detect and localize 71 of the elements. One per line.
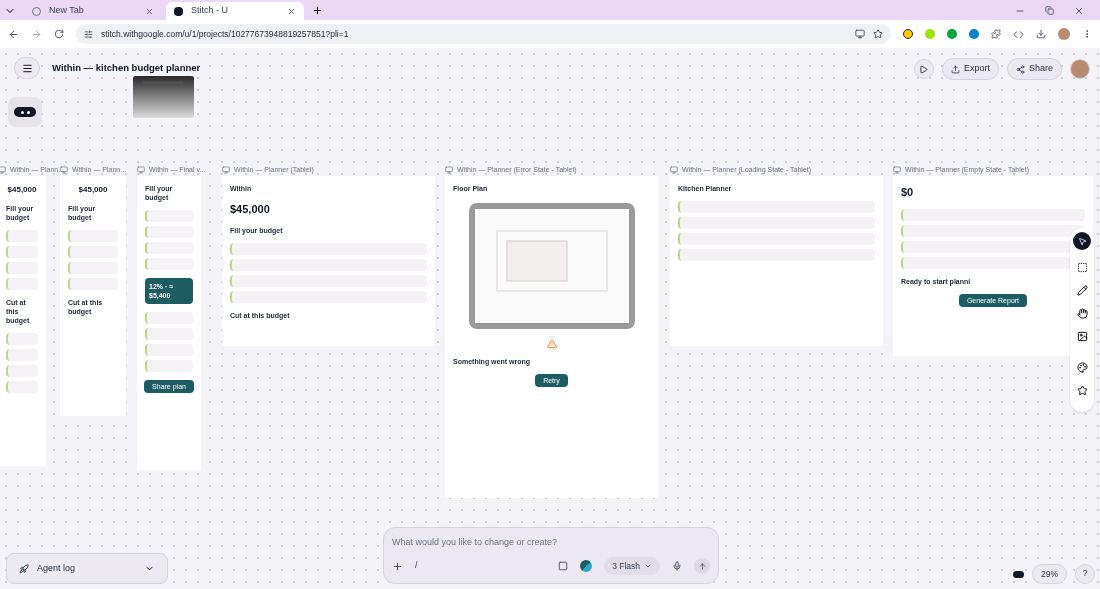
- microphone-icon[interactable]: [672, 561, 682, 571]
- hand-tool-icon[interactable]: [1076, 308, 1088, 319]
- chevron-icon: [644, 562, 652, 570]
- install-icon[interactable]: [855, 29, 865, 39]
- avatar[interactable]: [1058, 28, 1070, 40]
- browser-tab[interactable]: Stitch - U: [166, 2, 304, 20]
- browser-tab[interactable]: New Tab: [24, 2, 162, 20]
- budget-rows: [6, 333, 38, 393]
- device-icon: [445, 166, 453, 174]
- reload-icon[interactable]: [54, 29, 64, 39]
- menu-button[interactable]: [14, 57, 40, 79]
- extensions-icon[interactable]: [991, 29, 1001, 39]
- site-settings-icon[interactable]: [84, 29, 93, 39]
- theme-icon[interactable]: [580, 560, 593, 572]
- add-icon[interactable]: [392, 560, 403, 572]
- preview-button[interactable]: [913, 59, 934, 79]
- warning-icon: [546, 339, 557, 349]
- more-icon: [14, 107, 36, 117]
- budget-amount: $45,000: [78, 184, 108, 196]
- menu-icon: [21, 62, 33, 74]
- share-button[interactable]: Share: [1006, 58, 1062, 80]
- back-icon[interactable]: [8, 28, 19, 40]
- help-button[interactable]: ?: [1075, 564, 1095, 584]
- device-icon: [670, 166, 678, 174]
- budget-rows: [145, 210, 193, 270]
- budget-amount: $45,000: [7, 184, 37, 196]
- device-icon: [0, 166, 6, 174]
- star-tool-icon[interactable]: [1076, 385, 1088, 396]
- device-icon: [222, 166, 230, 174]
- agent-log-button[interactable]: Agent log: [6, 553, 168, 584]
- play-icon: [919, 64, 929, 74]
- arrow-up-icon: [697, 561, 707, 571]
- slash-command[interactable]: /: [415, 559, 418, 573]
- export-icon: [950, 64, 960, 74]
- model-selector[interactable]: 3 Flash: [604, 557, 660, 575]
- close-icon[interactable]: [287, 6, 296, 16]
- pointer-tool-icon[interactable]: [1073, 232, 1091, 250]
- rocket-icon: [19, 563, 29, 574]
- bookmark-icon[interactable]: [873, 29, 883, 39]
- download-icon[interactable]: [1036, 29, 1046, 39]
- prompt-input[interactable]: What would you like to change or create?: [392, 536, 710, 550]
- budget-rows: [6, 230, 38, 290]
- url-text: stitch.withgoogle.com/u/1/projects/10277673948819257851?pli=1: [101, 27, 350, 41]
- project-title: Within — kitchen budget planner: [52, 60, 201, 75]
- tab-favicon-icon: [174, 6, 183, 16]
- tab-title: Stitch - U: [191, 4, 229, 18]
- close-window-icon[interactable]: [1074, 6, 1084, 16]
- device-icon: [137, 166, 145, 174]
- budget-rows: [68, 230, 118, 290]
- extension-icon[interactable]: [903, 29, 913, 39]
- avatar[interactable]: [1070, 59, 1090, 79]
- select-tool-icon[interactable]: [1076, 262, 1088, 273]
- code-icon[interactable]: [1013, 28, 1024, 40]
- frame-icon[interactable]: [558, 561, 569, 571]
- zoom-level[interactable]: 29%: [1032, 564, 1067, 584]
- send-button[interactable]: [694, 558, 710, 574]
- budget-amount: $0: [901, 185, 915, 200]
- close-icon[interactable]: [145, 6, 154, 16]
- tab-title: New Tab: [49, 4, 85, 18]
- restore-icon[interactable]: [1045, 6, 1054, 15]
- device-icon: [893, 166, 901, 174]
- image-tool-icon[interactable]: [1076, 331, 1088, 342]
- budget-rows: [145, 312, 193, 372]
- palette-tool-icon[interactable]: [1076, 362, 1088, 373]
- export-button[interactable]: Export: [941, 58, 999, 80]
- share-icon: [1015, 64, 1025, 74]
- new-tab-icon[interactable]: [312, 5, 323, 16]
- more-button[interactable]: [8, 97, 42, 127]
- address-bar[interactable]: stitch.withgoogle.com/u/1/projects/10277673948819257851?pli=1: [76, 24, 891, 44]
- pencil-tool-icon[interactable]: [1076, 285, 1088, 296]
- budget-amount: $45,000: [230, 202, 271, 217]
